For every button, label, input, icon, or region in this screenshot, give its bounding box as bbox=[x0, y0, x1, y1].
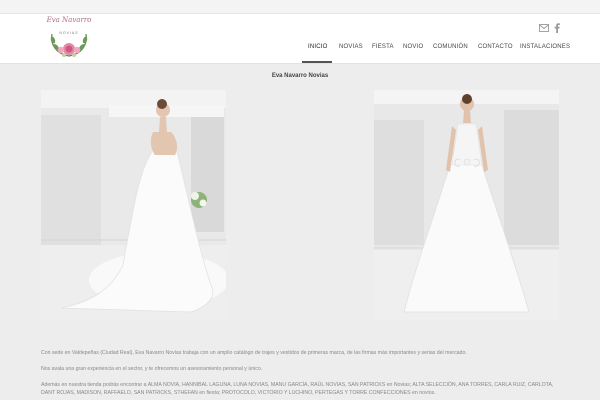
active-nav-indicator bbox=[302, 61, 332, 63]
nav-item-comunion[interactable]: COMUNIÓN bbox=[433, 44, 468, 50]
nav-item-contacto[interactable]: CONTACTO bbox=[478, 44, 513, 50]
bride-photo-left bbox=[41, 90, 226, 320]
logo-script-text: Eva Navarro bbox=[46, 16, 92, 24]
nav-item-instalaciones[interactable]: INSTALACIONES bbox=[520, 44, 570, 50]
page-title: Eva Navarro Novias bbox=[271, 73, 329, 79]
main-nav: INICIO NOVIAS FIESTA NOVIO COMUNIÓN CONT… bbox=[300, 30, 570, 60]
top-strip bbox=[0, 0, 600, 14]
brands-paragraph: Además en nuestra tienda podrás encontra… bbox=[41, 382, 554, 396]
brand-logo[interactable]: Eva Navarro NOVIAS bbox=[46, 16, 92, 60]
nav-item-fiesta[interactable]: FIESTA bbox=[372, 44, 394, 50]
bride-photo-right bbox=[374, 90, 559, 320]
nav-item-inicio[interactable]: INICIO bbox=[308, 44, 328, 50]
nav-item-novio[interactable]: NOVIO bbox=[403, 44, 423, 50]
nav-item-novias[interactable]: NOVIAS bbox=[339, 44, 363, 50]
intro-paragraph: Con sede en Valdepeñas (Ciudad Real), Ev… bbox=[41, 350, 467, 356]
experience-paragraph: Nos avala una gran experiencia en el sec… bbox=[41, 366, 263, 372]
logo-sub-text: NOVIAS bbox=[59, 31, 79, 35]
